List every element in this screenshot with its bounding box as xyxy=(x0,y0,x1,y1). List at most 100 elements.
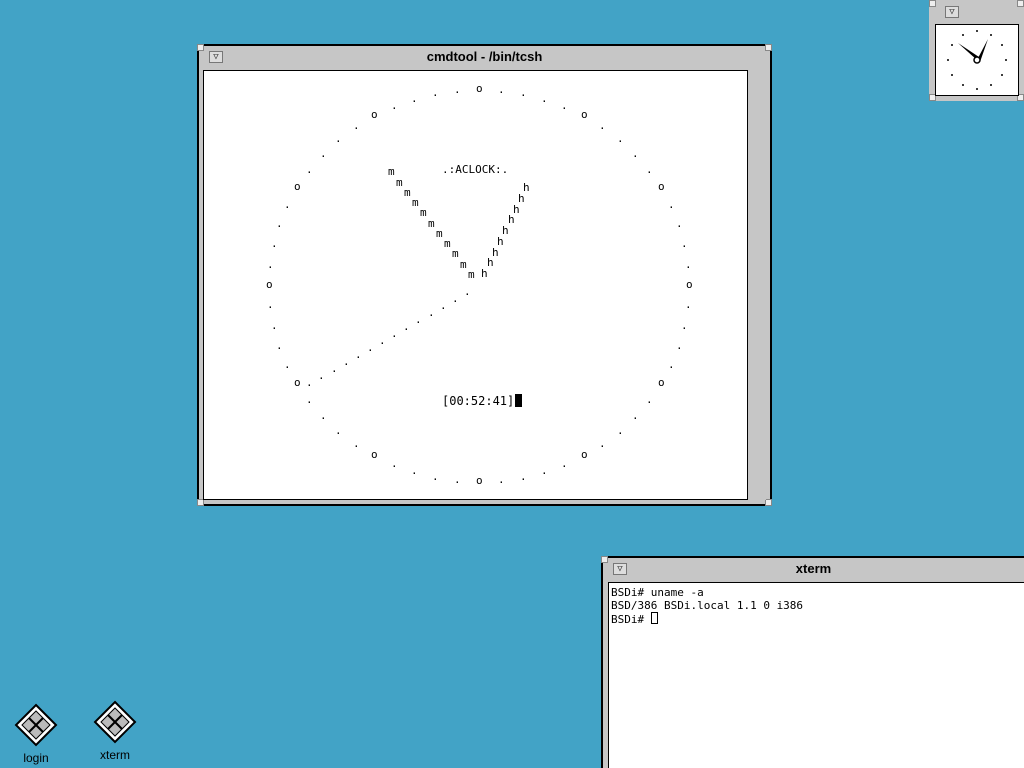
resize-corner[interactable] xyxy=(197,499,204,506)
resize-corner[interactable] xyxy=(929,0,936,7)
ascii-glyph: . xyxy=(632,409,639,422)
ascii-glyph: . xyxy=(681,319,688,332)
ascii-glyph: . xyxy=(452,292,459,305)
ascii-glyph: . xyxy=(599,119,606,132)
ascii-glyph: m xyxy=(460,258,467,271)
xterm-window[interactable]: xterm ▽ BSDi# uname -a BSD/386 BSDi.loca… xyxy=(601,556,1024,768)
ascii-glyph: . xyxy=(561,99,568,112)
ascii-glyph: . xyxy=(403,320,410,333)
window-menu-button[interactable]: ▽ xyxy=(613,563,627,575)
ascii-glyph: m xyxy=(404,186,411,199)
ascii-glyph: . xyxy=(379,334,386,347)
ascii-glyph: . xyxy=(335,424,342,437)
clock-icon xyxy=(947,30,1007,90)
ascii-glyph: . xyxy=(541,92,548,105)
terminal-pane[interactable]: BSDi# uname -a BSD/386 BSDi.local 1.1 0 … xyxy=(608,582,1024,768)
ascii-glyph: m xyxy=(388,165,395,178)
ascii-glyph: . xyxy=(617,132,624,145)
ascii-glyph: o xyxy=(581,108,588,121)
ascii-glyph: . xyxy=(432,86,439,99)
ascii-glyph: . xyxy=(353,119,360,132)
ascii-glyph: m xyxy=(420,206,427,219)
clock-window[interactable]: ▽ xyxy=(929,0,1024,101)
ascii-glyph: . xyxy=(271,319,278,332)
ascii-glyph: m xyxy=(444,237,451,250)
ascii-glyph: . xyxy=(632,147,639,160)
ascii-glyph: . xyxy=(284,198,291,211)
icon-label: login xyxy=(23,751,49,765)
icon-label: xterm xyxy=(100,748,130,762)
ascii-glyph: m xyxy=(412,196,419,209)
ascii-glyph: o xyxy=(476,474,483,487)
ascii-glyph: h xyxy=(481,267,488,280)
ascii-glyph: . xyxy=(267,298,274,311)
ascii-glyph: . xyxy=(646,393,653,406)
terminal-line: BSDi# uname -a xyxy=(611,586,704,599)
ascii-glyph: h xyxy=(518,192,525,205)
ascii-glyph: . xyxy=(415,313,422,326)
ascii-glyph: o xyxy=(476,82,483,95)
analog-clock-face xyxy=(935,24,1019,96)
aclock-label: .:ACLOCK:. xyxy=(442,163,509,176)
ascii-glyph: . xyxy=(681,237,688,250)
ascii-glyph: h xyxy=(502,224,509,237)
ascii-glyph: o xyxy=(294,180,301,193)
ascii-glyph: h xyxy=(497,235,504,248)
ascii-glyph: . xyxy=(617,424,624,437)
time-readout: [00:52:41] xyxy=(442,394,523,408)
ascii-glyph: . xyxy=(520,86,527,99)
terminal-pane[interactable]: o.... o.... o.... o.... o.... o.... o.... o....… xyxy=(203,70,748,500)
ascii-glyph: . xyxy=(498,83,505,96)
ascii-glyph: . xyxy=(284,358,291,371)
text-cursor xyxy=(650,612,658,624)
resize-corner[interactable] xyxy=(1017,0,1024,7)
window-title[interactable]: cmdtool - /bin/tcsh xyxy=(199,46,770,68)
ascii-glyph: m xyxy=(428,217,435,230)
ascii-glyph: . xyxy=(306,393,313,406)
ascii-glyph: . xyxy=(335,132,342,145)
ascii-glyph: . xyxy=(318,369,325,382)
terminal-line: BSD/386 BSDi.local 1.1 0 i386 xyxy=(611,599,804,612)
ascii-glyph: . xyxy=(541,464,548,477)
ascii-glyph: . xyxy=(331,362,338,375)
ascii-glyph: h xyxy=(523,181,530,194)
window-menu-button[interactable]: ▽ xyxy=(209,51,223,63)
ascii-glyph: h xyxy=(513,203,520,216)
ascii-glyph: m xyxy=(396,176,403,189)
resize-corner[interactable] xyxy=(765,499,772,506)
ascii-glyph: . xyxy=(432,470,439,483)
ascii-glyph: . xyxy=(428,306,435,319)
window-title[interactable]: xterm xyxy=(603,558,1024,580)
ascii-glyph: o xyxy=(658,180,665,193)
cmdtool-window[interactable]: cmdtool - /bin/tcsh ▽ o....o....o....o..… xyxy=(197,44,772,506)
ascii-glyph: m xyxy=(436,227,443,240)
ascii-glyph: . xyxy=(391,99,398,112)
ascii-glyph: o xyxy=(294,376,301,389)
desktop-icon-login[interactable]: login xyxy=(6,703,66,765)
ascii-glyph: . xyxy=(367,341,374,354)
window-menu-button[interactable]: ▽ xyxy=(945,6,959,18)
ascii-glyph: . xyxy=(685,258,692,271)
ascii-glyph: m xyxy=(452,247,459,260)
ascii-glyph: . xyxy=(676,339,683,352)
ascii-glyph: h xyxy=(492,246,499,259)
ascii-glyph: . xyxy=(267,258,274,271)
ascii-glyph: o xyxy=(658,376,665,389)
ascii-glyph: m xyxy=(468,268,475,281)
ascii-glyph: . xyxy=(685,298,692,311)
ascii-glyph: . xyxy=(306,376,313,389)
text-cursor xyxy=(515,394,523,407)
ascii-glyph: . xyxy=(353,437,360,450)
login-icon xyxy=(14,703,58,747)
ascii-glyph: . xyxy=(306,163,313,176)
desktop-icon-xterm[interactable]: xterm xyxy=(85,700,145,762)
ascii-glyph: . xyxy=(464,285,471,298)
ascii-glyph: . xyxy=(411,464,418,477)
ascii-glyph: . xyxy=(676,217,683,230)
ascii-glyph: . xyxy=(271,237,278,250)
ascii-glyph: . xyxy=(391,457,398,470)
ascii-glyph: . xyxy=(599,437,606,450)
scrollbar[interactable] xyxy=(750,70,766,500)
ascii-glyph: o xyxy=(581,448,588,461)
xterm-icon xyxy=(93,700,137,744)
